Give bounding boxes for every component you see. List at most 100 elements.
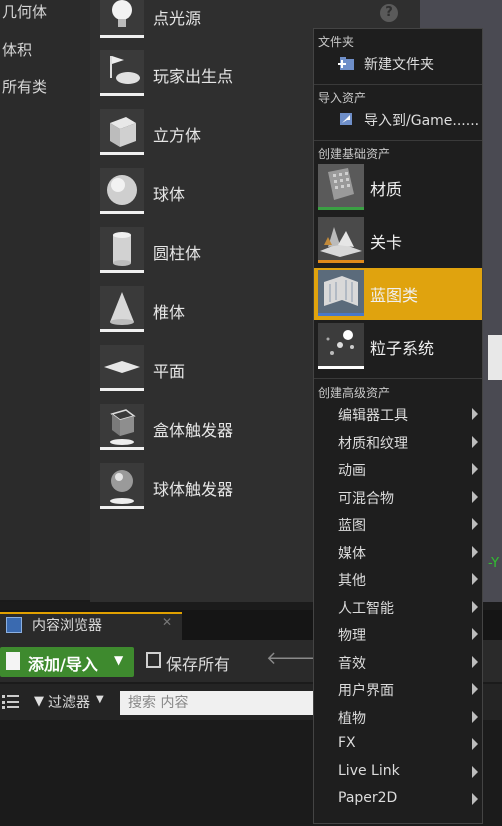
chevron-right-icon (472, 766, 478, 778)
submenu-user-interface[interactable]: 用户界面 (314, 676, 482, 703)
save-all-button[interactable]: 保存所有 (166, 651, 230, 675)
new-folder-icon (338, 57, 354, 70)
chevron-right-icon (472, 546, 478, 558)
help-icon[interactable]: ? (380, 4, 398, 22)
chevron-right-icon (472, 793, 478, 805)
submenu-label: 植物 (338, 711, 366, 727)
place-item-label: 球体 (153, 185, 186, 204)
filter-icon: ▼ (34, 694, 44, 709)
submenu-physics[interactable]: 物理 (314, 621, 482, 648)
submenu-label: 人工智能 (338, 601, 394, 617)
sphere-trigger-icon (100, 463, 144, 509)
submenu-label: 媒体 (338, 546, 366, 562)
create-level-item[interactable]: 关卡 (314, 215, 482, 267)
category-volumes[interactable]: 体积 (2, 39, 32, 60)
new-folder-item[interactable]: 新建文件夹 (314, 50, 482, 78)
submenu-label: 可混合物 (338, 491, 394, 507)
submenu-label: 动画 (338, 463, 366, 479)
chevron-right-icon (472, 683, 478, 695)
submenu-blendables[interactable]: 可混合物 (314, 484, 482, 511)
category-all-classes[interactable]: 所有类 (2, 76, 47, 97)
submenu-label: 物理 (338, 628, 366, 644)
create-blueprint-class-item[interactable]: 蓝图类 (314, 268, 482, 320)
blueprint-icon (318, 270, 364, 316)
section-header-advanced-assets: 创建高级资产 (318, 386, 391, 400)
place-item-label: 点光源 (153, 9, 202, 28)
section-header-folder: 文件夹 (318, 35, 355, 49)
filter-button[interactable]: 过滤器 (48, 692, 90, 712)
material-icon (318, 164, 364, 210)
create-level-label: 关卡 (370, 233, 403, 252)
submenu-blueprints[interactable]: 蓝图 (314, 511, 482, 538)
import-to-item[interactable]: 导入到/Game...... (314, 106, 482, 134)
new-folder-label: 新建文件夹 (364, 57, 434, 73)
category-sidebar: 几何体 体积 所有类 (0, 0, 90, 600)
chevron-right-icon (472, 491, 478, 503)
submenu-sounds[interactable]: 音效 (314, 649, 482, 676)
bulb-icon (100, 0, 144, 38)
submenu-label: 蓝图 (338, 518, 366, 534)
submenu-media[interactable]: 媒体 (314, 539, 482, 566)
chevron-right-icon (472, 711, 478, 723)
box-trigger-icon (100, 404, 144, 450)
chevron-right-icon (472, 408, 478, 420)
level-icon (318, 217, 364, 263)
section-header-basic-assets: 创建基础资产 (318, 147, 391, 161)
submenu-label: 其他 (338, 573, 366, 589)
place-item-label: 平面 (153, 362, 186, 381)
cone-icon (100, 286, 144, 332)
divider (314, 378, 482, 379)
submenu-live-link[interactable]: Live Link (314, 759, 482, 786)
chevron-right-icon (472, 601, 478, 613)
submenu-label: FX (338, 735, 356, 751)
chevron-down-icon: ▼ (96, 694, 104, 705)
search-input[interactable] (120, 691, 332, 715)
chevron-right-icon (472, 436, 478, 448)
content-browser-icon (6, 617, 22, 633)
submenu-paper2d[interactable]: Paper2D (314, 786, 482, 813)
import-to-label: 导入到/Game...... (364, 113, 480, 129)
divider (314, 140, 482, 141)
submenu-editor-utilities[interactable]: 编辑器工具 (314, 401, 482, 428)
sources-panel-icon[interactable] (2, 694, 20, 710)
save-icon[interactable] (146, 652, 161, 668)
chevron-right-icon (472, 738, 478, 750)
place-item-label: 玩家出生点 (153, 67, 234, 86)
particle-icon (318, 323, 364, 369)
submenu-label: Live Link (338, 763, 400, 779)
submenu-miscellaneous[interactable]: 其他 (314, 566, 482, 593)
place-item-label: 圆柱体 (153, 244, 202, 263)
chevron-right-icon (472, 463, 478, 475)
import-icon (340, 113, 352, 125)
create-blueprint-class-label: 蓝图类 (370, 286, 419, 305)
submenu-label: Paper2D (338, 790, 398, 806)
place-item-label: 球体触发器 (153, 480, 234, 499)
category-geometry[interactable]: 几何体 (2, 1, 47, 22)
create-material-label: 材质 (370, 180, 403, 199)
chevron-right-icon (472, 518, 478, 530)
submenu-label: 编辑器工具 (338, 408, 408, 424)
section-header-import: 导入资产 (318, 91, 367, 105)
tab-label: 内容浏览器 (32, 618, 102, 634)
submenu-label: 音效 (338, 656, 366, 672)
close-icon[interactable]: ✕ (162, 615, 172, 629)
chevron-right-icon (472, 656, 478, 668)
viewport-panel-edge (488, 335, 502, 380)
submenu-animation[interactable]: 动画 (314, 456, 482, 483)
chevron-right-icon (472, 573, 478, 585)
place-item-label: 椎体 (153, 303, 186, 322)
create-particle-system-label: 粒子系统 (370, 339, 435, 358)
submenu-fx[interactable]: FX (314, 731, 482, 758)
divider (314, 84, 482, 85)
submenu-label: 用户界面 (338, 683, 394, 699)
submenu-ai[interactable]: 人工智能 (314, 594, 482, 621)
cylinder-icon (100, 227, 144, 273)
submenu-materials-textures[interactable]: 材质和纹理 (314, 429, 482, 456)
create-material-item[interactable]: 材质 (314, 162, 482, 214)
place-item-label: 盒体触发器 (153, 421, 234, 440)
submenu-label: 材质和纹理 (338, 436, 408, 452)
create-particle-system-item[interactable]: 粒子系统 (314, 321, 482, 373)
chevron-right-icon (472, 628, 478, 640)
viewport-axis-label: -Y (488, 556, 500, 571)
submenu-foliage[interactable]: 植物 (314, 704, 482, 731)
